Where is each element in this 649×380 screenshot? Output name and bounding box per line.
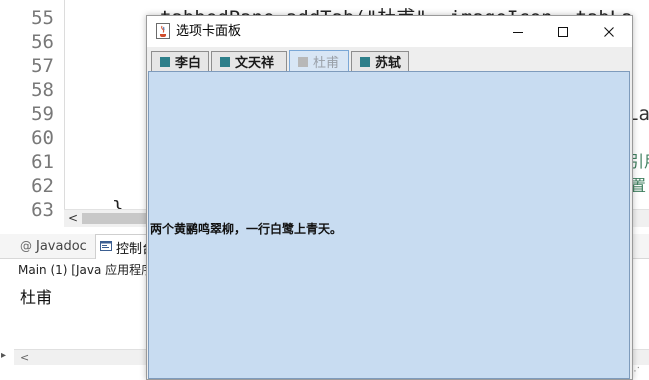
tab-javadoc-label: Javadoc [36, 238, 87, 254]
tab-color-icon [298, 56, 308, 67]
minimize-button[interactable] [495, 16, 541, 47]
line-number: 63 [31, 199, 54, 221]
console-icon [100, 240, 112, 255]
tab-javadoc[interactable]: @ Javadoc [20, 234, 87, 258]
tab-color-icon [220, 56, 230, 67]
line-number-gutter: 55 56 57 58 59 60 61 62 63 [0, 0, 62, 221]
console-output: 杜甫 [20, 288, 53, 307]
maximize-icon [558, 26, 568, 37]
tabbed-pane-window: 选项卡面板 李白 文天祥 杜甫 苏轼 两个黄鹂鸣翠柳，一行白鹭上青天。 [146, 15, 633, 380]
tab-color-icon [160, 56, 170, 67]
tab-content-panel: 两个黄鹂鸣翠柳，一行白鹭上青天。 [148, 71, 630, 379]
tab-libai[interactable]: 李白 [151, 51, 209, 71]
close-icon [604, 26, 614, 37]
scroll-left-icon[interactable]: < [68, 210, 78, 227]
tab-wentianxiang[interactable]: 文天祥 [211, 51, 287, 71]
window-title: 选项卡面板 [176, 24, 242, 39]
line-number: 58 [31, 79, 54, 101]
console-launch-path: Main (1) [Java 应用程序] [18, 263, 158, 277]
gutter-divider [64, 0, 65, 210]
at-icon: @ [20, 239, 32, 253]
close-button[interactable] [586, 16, 632, 47]
tab-label: 苏轼 [375, 56, 402, 71]
tab-label: 杜甫 [313, 56, 340, 71]
line-number: 59 [31, 103, 54, 125]
tab-strip: 李白 文天祥 杜甫 苏轼 [147, 47, 632, 73]
scrollbar-thumb[interactable] [82, 213, 152, 224]
line-number: 56 [31, 31, 54, 53]
tab-color-icon [360, 56, 370, 67]
tab-sushi[interactable]: 苏轼 [351, 51, 409, 71]
poem-label: 两个黄鹂鸣翠柳，一行白鹭上青天。 [150, 222, 343, 236]
line-number: 61 [31, 151, 54, 173]
java-cup-icon [156, 23, 170, 39]
tab-label: 文天祥 [235, 56, 275, 71]
line-number: 62 [31, 175, 54, 197]
maximize-button[interactable] [540, 16, 586, 47]
tab-label: 李白 [175, 56, 202, 71]
line-number: 60 [31, 127, 54, 149]
scroll-left-icon[interactable]: < [20, 350, 29, 365]
minimize-icon [513, 31, 523, 33]
window-titlebar[interactable]: 选项卡面板 [147, 16, 632, 47]
line-number: 55 [31, 7, 54, 29]
window-client-area: 李白 文天祥 杜甫 苏轼 两个黄鹂鸣翠柳，一行白鹭上青天。 [147, 47, 632, 379]
tab-dufu[interactable]: 杜甫 [289, 50, 349, 72]
expand-arrow-icon[interactable]: ▸ [1, 350, 6, 361]
line-number: 57 [31, 55, 54, 77]
